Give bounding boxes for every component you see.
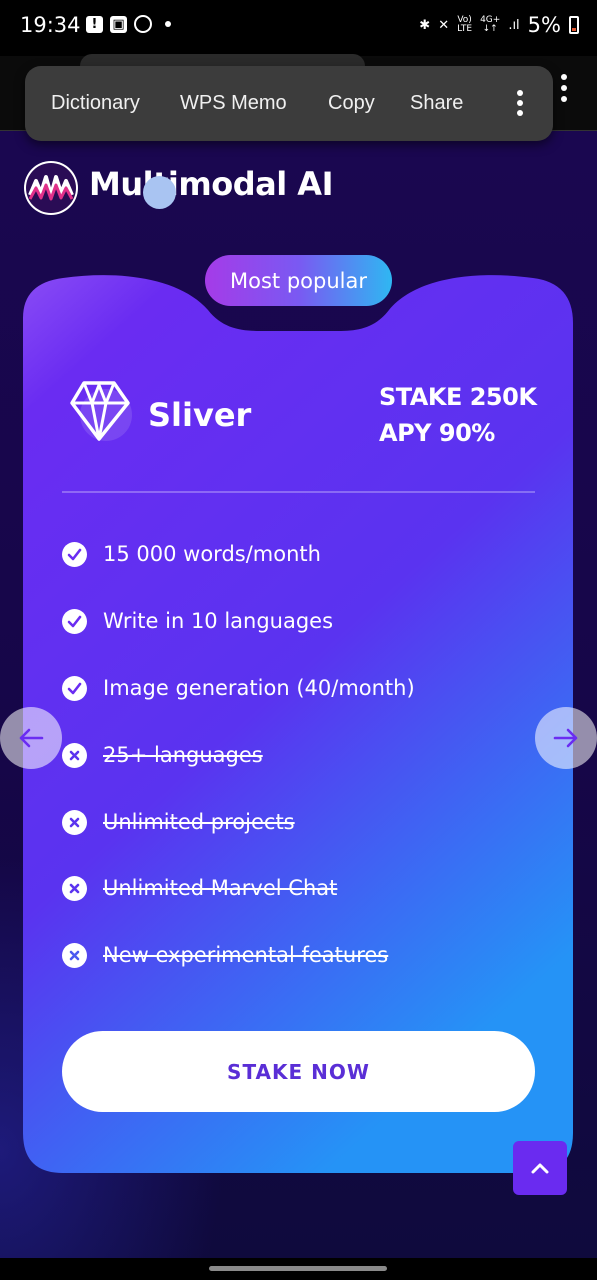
feature-item-excluded: 25+ languages [62,740,263,770]
stake-amount: STAKE 250K [379,383,537,411]
check-circle-icon [62,541,87,567]
feature-item-excluded: Unlimited Marvel Chat [62,873,337,903]
feature-label: Image generation (40/month) [103,676,415,700]
feature-label: 15 000 words/month [103,542,321,566]
menu-item-wps-memo[interactable]: WPS Memo [180,92,287,115]
feature-item: Write in 10 languages [62,606,333,636]
stake-now-button[interactable]: STAKE NOW [62,1031,535,1112]
feature-label: Unlimited projects [103,810,295,834]
x-circle-icon [62,742,87,768]
menu-item-dictionary[interactable]: Dictionary [51,92,140,115]
more-options-icon[interactable] [517,90,523,116]
menu-item-share[interactable]: Share [410,92,463,115]
arrow-left-icon [19,728,44,748]
divider [62,491,535,493]
text-selection-menu: Dictionary WPS Memo Copy Share [25,66,553,141]
feature-label: 25+ languages [103,743,263,767]
pricing-card [23,275,573,1173]
plan-name: Sliver [148,396,252,434]
feature-label: Unlimited Marvel Chat [103,876,338,900]
feature-item-excluded: New experimental features [62,940,388,970]
x-circle-icon [62,875,87,901]
check-circle-icon [62,675,87,701]
home-gesture-bar[interactable] [209,1266,387,1271]
carousel-next-button[interactable] [535,707,597,769]
feature-item: 15 000 words/month [62,539,321,569]
most-popular-badge: Most popular [205,255,392,306]
scroll-to-top-button[interactable] [513,1141,567,1195]
feature-item: Image generation (40/month) [62,673,415,703]
feature-label: Write in 10 languages [103,609,334,633]
arrow-right-icon [553,728,578,748]
feature-label: New experimental features [103,943,389,967]
x-circle-icon [62,942,87,968]
check-circle-icon [62,608,87,634]
diamond-icon [66,375,136,445]
chevron-up-icon [531,1163,549,1174]
apy-rate: APY 90% [379,419,495,447]
system-nav-bar [0,1258,597,1280]
menu-item-copy[interactable]: Copy [328,92,375,115]
feature-item-excluded: Unlimited projects [62,807,295,837]
carousel-prev-button[interactable] [0,707,62,769]
x-circle-icon [62,809,87,835]
